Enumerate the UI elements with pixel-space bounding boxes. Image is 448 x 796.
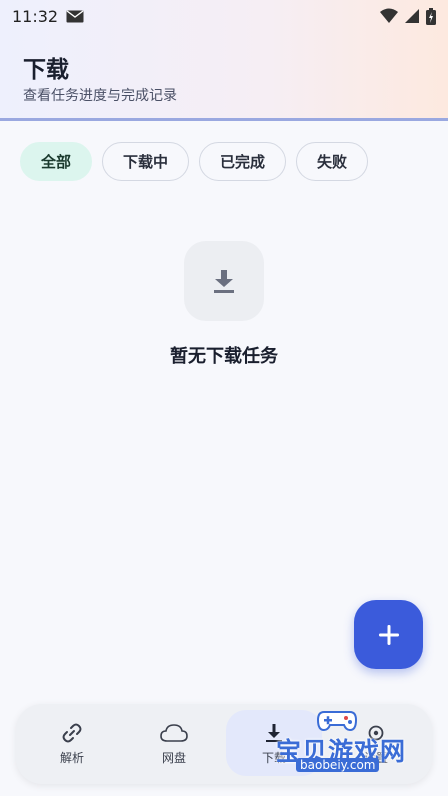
filter-failed[interactable]: 失败 — [296, 142, 369, 181]
nav-item-download[interactable]: 下载 — [222, 704, 326, 784]
nav-item-parse[interactable]: 解析 — [20, 704, 124, 784]
header: 11:32 下载 查看任务进度与完成记录 — [0, 0, 448, 121]
status-time: 11:32 — [12, 6, 59, 26]
download-icon — [214, 270, 234, 293]
page-subtitle: 查看任务进度与完成记录 — [23, 88, 177, 104]
plus-icon — [378, 624, 399, 645]
nav-label-parse: 解析 — [59, 750, 84, 765]
status-bar: 11:32 — [0, 0, 448, 32]
settings-icon — [368, 725, 384, 740]
nav-label-cloud: 网盘 — [161, 750, 186, 765]
battery-icon — [426, 7, 436, 25]
nav-active-indicator — [226, 710, 322, 776]
wifi-icon — [380, 8, 398, 23]
empty-state-icon-box — [184, 241, 264, 321]
nav-label-download: 下载 — [261, 750, 286, 765]
nav-item-cloud[interactable]: 网盘 — [122, 704, 226, 784]
mail-icon — [66, 9, 84, 22]
add-task-button[interactable] — [354, 600, 423, 669]
filter-completed[interactable]: 已完成 — [199, 142, 287, 181]
download-icon — [266, 723, 282, 742]
link-icon — [62, 723, 82, 742]
empty-state-text: 暂无下载任务 — [170, 346, 278, 367]
filter-all[interactable]: 全部 — [20, 142, 93, 181]
filter-chips: 全部 下载中 已完成 失败 — [20, 142, 369, 181]
page-title: 下载 — [23, 57, 69, 83]
filter-downloading[interactable]: 下载中 — [102, 142, 190, 181]
nav-item-settings[interactable]: 设置 — [324, 704, 428, 784]
signal-icon — [405, 9, 419, 23]
bottom-nav: 解析 网盘 下载 设置 — [16, 704, 432, 784]
cloud-icon — [160, 723, 188, 742]
nav-label-settings: 设置 — [363, 750, 388, 765]
